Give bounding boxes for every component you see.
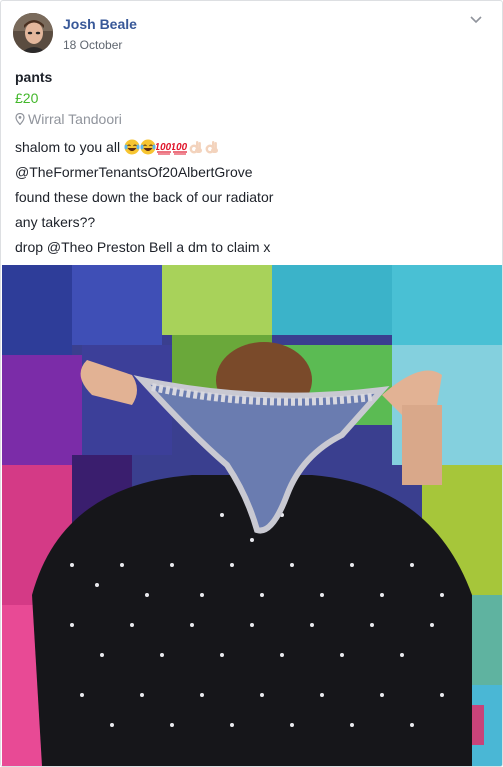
post-text-line-1: shalom to you all	[15, 139, 121, 155]
post-text-line-2: @TheFormerTenantsOf20AlbertGrove	[15, 164, 253, 180]
chevron-down-icon[interactable]	[469, 13, 483, 27]
post-photo[interactable]	[2, 265, 502, 766]
hundred-points-icon: 100	[153, 139, 172, 158]
listing-location[interactable]: Wirral Tandoori	[15, 111, 122, 127]
post-text-line-4: any takers??	[15, 214, 96, 230]
svg-text:100: 100	[156, 142, 172, 153]
post-text-line-5: drop @Theo Preston Bell a dm to claim x	[15, 239, 271, 255]
svg-text:100: 100	[172, 142, 188, 153]
face-with-tears-of-joy-icon	[124, 139, 140, 158]
post-date[interactable]: 18 October	[63, 38, 122, 52]
listing-price: £20	[15, 90, 39, 106]
post-text-line-3: found these down the back of our radiato…	[15, 189, 274, 205]
post-header: Josh Beale 18 October	[13, 13, 483, 57]
ok-hand-icon	[188, 139, 204, 158]
hundred-points-icon: 100	[169, 139, 188, 158]
avatar[interactable]	[13, 13, 53, 53]
listing-title: pants	[15, 69, 53, 85]
author-name-link[interactable]: Josh Beale	[63, 16, 137, 32]
location-name: Wirral Tandoori	[28, 111, 122, 127]
ok-hand-icon	[204, 139, 220, 158]
marketplace-post-card: Josh Beale 18 October pants £20 Wirral T…	[0, 0, 503, 767]
location-pin-icon	[15, 112, 25, 126]
face-with-tears-of-joy-icon	[140, 139, 156, 158]
post-text-line: shalom to you all 100 100	[15, 139, 220, 158]
